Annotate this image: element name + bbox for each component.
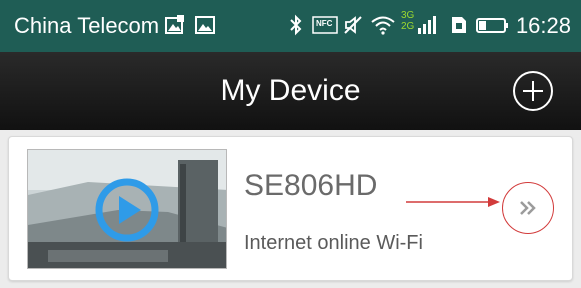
wifi-icon (370, 14, 396, 36)
sim-icon (448, 14, 470, 36)
image-icon (194, 14, 216, 36)
signal-icon (417, 14, 439, 36)
plus-icon (523, 81, 543, 101)
annotation-arrow (406, 197, 500, 207)
mute-icon (342, 14, 364, 36)
device-thumbnail[interactable] (27, 149, 227, 269)
device-card[interactable]: SE806HD Internet online Wi-Fi (8, 136, 573, 281)
double-chevron-right-icon (520, 201, 536, 215)
device-name: SE806HD (244, 169, 378, 202)
clock: 16:28 (515, 13, 571, 38)
network-type-label: 3G 2G (401, 10, 415, 32)
bluetooth-icon (285, 14, 307, 36)
play-icon[interactable] (94, 177, 160, 243)
device-detail-button[interactable] (502, 182, 554, 234)
title-bar: My Device (0, 52, 581, 130)
carrier-name: China Telecom (14, 13, 160, 38)
gallery-icon (164, 14, 186, 36)
nfc-label: NFC (316, 19, 333, 28)
status-bar: China Telecom NFC 3G 2G 16:28 (0, 0, 581, 52)
page-title: My Device (220, 74, 361, 107)
device-status: Internet online Wi-Fi (244, 232, 423, 254)
battery-icon (476, 14, 510, 36)
add-device-button[interactable] (513, 71, 553, 111)
